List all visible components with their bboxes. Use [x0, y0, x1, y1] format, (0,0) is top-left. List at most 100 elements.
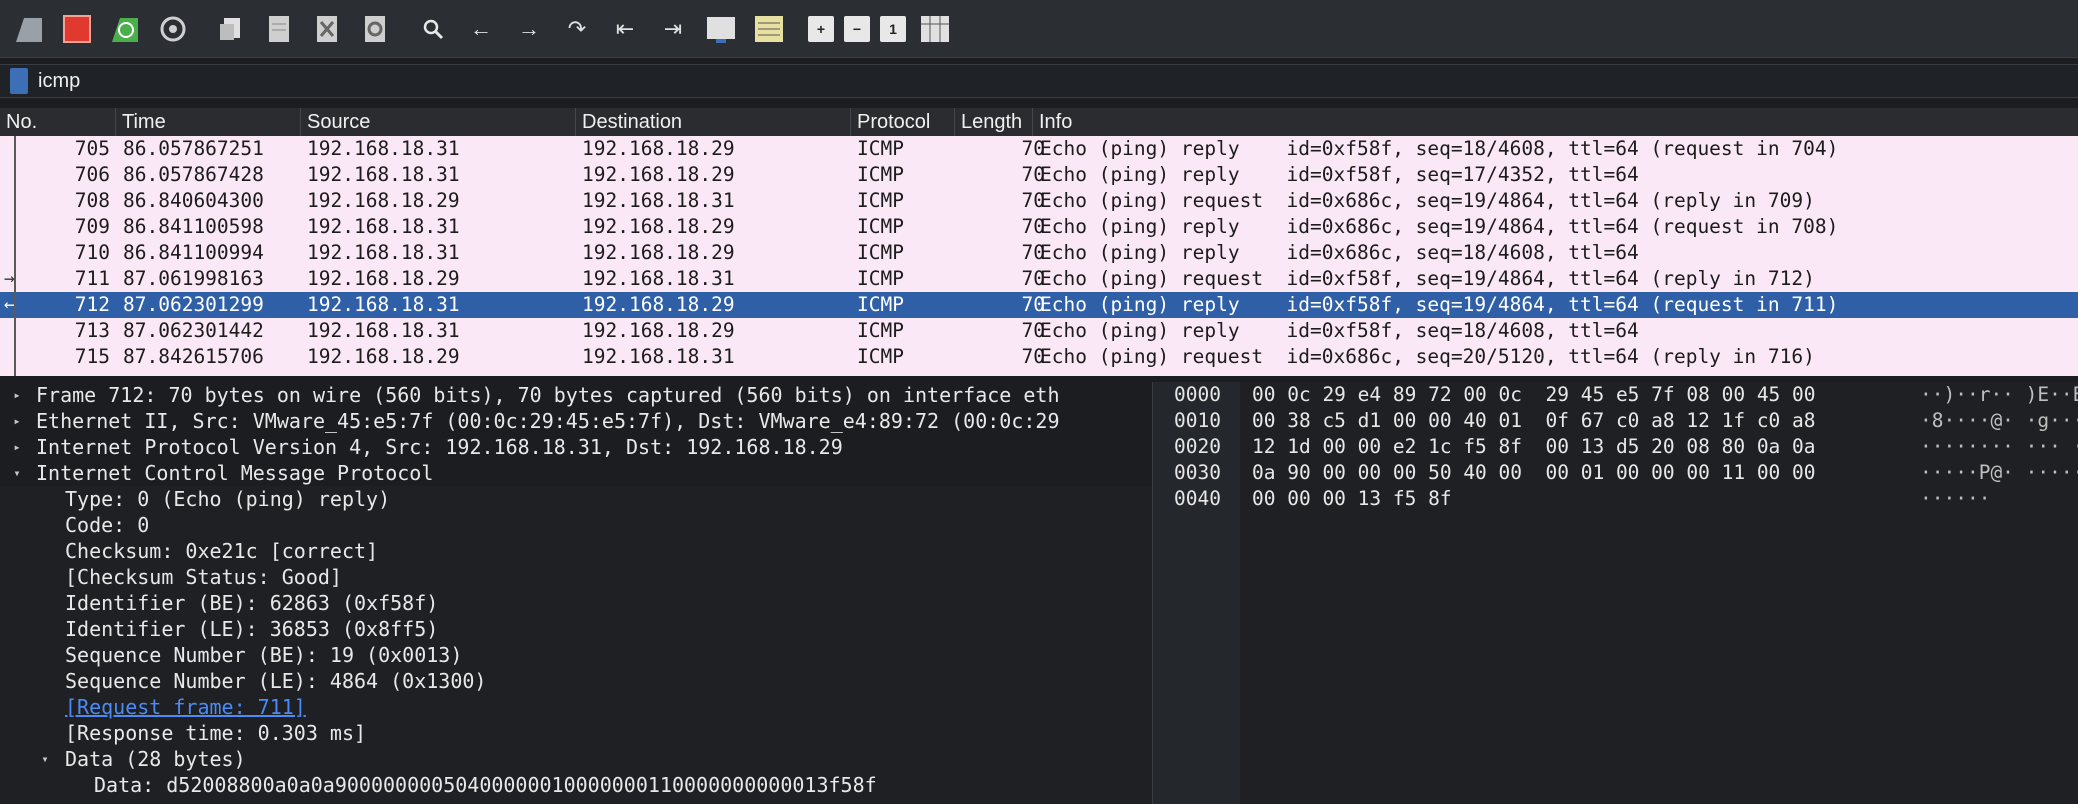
detail-text: Type: 0 (Echo (ping) reply): [65, 487, 391, 511]
packet-list-header: No. Time Source Destination Protocol Len…: [0, 108, 2078, 136]
detail-field[interactable]: Sequence Number (LE): 4864 (0x1300): [0, 668, 1152, 694]
column-header-destination[interactable]: Destination: [576, 108, 851, 136]
detail-field[interactable]: [Response time: 0.303 ms]: [0, 720, 1152, 746]
go-back-icon[interactable]: ←: [462, 10, 500, 48]
packet-row[interactable]: 709 86.841100598 192.168.18.31 192.168.1…: [0, 214, 2078, 240]
detail-field[interactable]: Code: 0: [0, 512, 1152, 538]
packet-destination: 192.168.18.31: [582, 267, 735, 290]
request-frame-link[interactable]: [Request frame: 711]: [0, 694, 1152, 720]
byte-ascii[interactable]: ·····P@· ········: [1920, 460, 2078, 486]
packet-time: 87.062301299: [123, 293, 264, 316]
auto-scroll-icon[interactable]: [702, 10, 740, 48]
find-packet-icon[interactable]: [414, 10, 452, 48]
filter-bookmark-icon[interactable]: [10, 68, 28, 94]
packet-info: Echo (ping) reply id=0xf58f, seq=19/4864…: [1040, 293, 1839, 316]
column-header-source[interactable]: Source: [301, 108, 576, 136]
packet-protocol: ICMP: [857, 345, 904, 368]
packet-row[interactable]: 713 87.062301442 192.168.18.31 192.168.1…: [0, 318, 2078, 344]
packet-list: 705 86.057867251 192.168.18.31 192.168.1…: [0, 136, 2078, 376]
reload-file-icon[interactable]: [356, 10, 394, 48]
packet-length: 70: [1021, 163, 1045, 186]
detail-field[interactable]: Identifier (LE): 36853 (0x8ff5): [0, 616, 1152, 642]
detail-text: Identifier (BE): 62863 (0xf58f): [65, 591, 439, 615]
packet-row[interactable]: 711 87.061998163 192.168.18.29 192.168.1…: [0, 266, 2078, 292]
capture-options-gear-icon[interactable]: [154, 10, 192, 48]
packet-row[interactable]: 715 87.842615706 192.168.18.29 192.168.1…: [0, 344, 2078, 370]
open-file-icon[interactable]: [212, 10, 250, 48]
go-to-packet-icon[interactable]: ↷: [558, 10, 596, 48]
packet-row-selected[interactable]: 712 87.062301299 192.168.18.31 192.168.1…: [0, 292, 2078, 318]
expand-icon[interactable]: ▸: [10, 434, 24, 460]
detail-field[interactable]: Sequence Number (BE): 19 (0x0013): [0, 642, 1152, 668]
packet-row[interactable]: 706 86.057867428 192.168.18.31 192.168.1…: [0, 162, 2078, 188]
packet-source: 192.168.18.31: [307, 241, 460, 264]
detail-field[interactable]: Identifier (BE): 62863 (0xf58f): [0, 590, 1152, 616]
restart-capture-icon[interactable]: [106, 10, 144, 48]
packet-row[interactable]: 710 86.841100994 192.168.18.31 192.168.1…: [0, 240, 2078, 266]
column-header-no[interactable]: No.: [0, 108, 116, 136]
save-file-icon[interactable]: [260, 10, 298, 48]
byte-ascii[interactable]: ········ ··· ····: [1920, 434, 2078, 460]
byte-ascii[interactable]: ··)··r·· )E··E·: [1920, 382, 2078, 408]
detail-ethernet[interactable]: ▸ Ethernet II, Src: VMware_45:e5:7f (00:0…: [0, 408, 1152, 434]
detail-data[interactable]: ▾ Data (28 bytes): [0, 746, 1152, 772]
packet-row[interactable]: 708 86.840604300 192.168.18.29 192.168.1…: [0, 188, 2078, 214]
packet-time: 86.057867428: [123, 163, 264, 186]
byte-hex[interactable]: 00 00 00 13 f5 8f: [1252, 486, 1452, 512]
detail-field[interactable]: [Checksum Status: Good]: [0, 564, 1152, 590]
byte-ascii[interactable]: ·8····@· ·g····: [1920, 408, 2078, 434]
expand-icon[interactable]: ▸: [10, 382, 24, 408]
packet-length: 70: [1021, 241, 1045, 264]
zoom-out-icon[interactable]: −: [844, 15, 870, 42]
detail-field[interactable]: Data: d52008800a0a0a90000000050400000010…: [0, 772, 1152, 798]
detail-frame[interactable]: ▸ Frame 712: 70 bytes on wire (560 bits),…: [0, 382, 1152, 408]
collapse-icon[interactable]: ▾: [10, 460, 24, 486]
expand-icon[interactable]: ▸: [10, 408, 24, 434]
start-capture-icon[interactable]: [10, 10, 48, 48]
last-packet-icon[interactable]: ⇥: [654, 10, 692, 48]
byte-offset: 0030: [1174, 461, 1221, 484]
byte-hex[interactable]: 00 38 c5 d1 00 00 40 01 0f 67 c0 a8 12 1…: [1252, 408, 1816, 434]
detail-field[interactable]: Type: 0 (Echo (ping) reply): [0, 486, 1152, 512]
packet-protocol: ICMP: [857, 189, 904, 212]
zoom-in-icon[interactable]: +: [808, 15, 834, 42]
byte-offset: 0010: [1174, 409, 1221, 432]
detail-link-text[interactable]: [Request frame: 711]: [65, 694, 306, 720]
detail-ipv4[interactable]: ▸ Internet Protocol Version 4, Src: 192.1…: [0, 434, 1152, 460]
display-filter-input[interactable]: [38, 69, 1938, 93]
collapse-icon[interactable]: ▾: [38, 746, 52, 772]
packet-destination: 192.168.18.29: [582, 241, 735, 264]
stop-capture-icon[interactable]: [58, 10, 96, 48]
detail-text: [Response time: 0.303 ms]: [65, 721, 367, 745]
normal-size-icon[interactable]: 1: [880, 15, 906, 42]
packet-row[interactable]: 705 86.057867251 192.168.18.31 192.168.1…: [0, 136, 2078, 162]
column-header-protocol[interactable]: Protocol: [851, 108, 955, 136]
resize-columns-icon[interactable]: [916, 10, 954, 48]
detail-field[interactable]: Checksum: 0xe21c [correct]: [0, 538, 1152, 564]
packet-protocol: ICMP: [857, 293, 904, 316]
packet-bytes-pane: 0000 00 0c 29 e4 89 72 00 0c 29 45 e5 7f…: [1160, 382, 2078, 804]
byte-hex[interactable]: 00 0c 29 e4 89 72 00 0c 29 45 e5 7f 08 0…: [1252, 382, 1816, 408]
packet-destination: 192.168.18.29: [582, 215, 735, 238]
byte-hex[interactable]: 0a 90 00 00 00 50 40 00 00 01 00 00 00 1…: [1252, 460, 1816, 486]
column-header-length[interactable]: Length: [955, 108, 1033, 136]
byte-offset: 0040: [1174, 487, 1221, 510]
first-packet-icon[interactable]: ⇤: [606, 10, 644, 48]
byte-offset: 0020: [1174, 435, 1221, 458]
pane-splitter[interactable]: [1152, 382, 1160, 804]
byte-hex[interactable]: 12 1d 00 00 e2 1c f5 8f 00 13 d5 20 08 8…: [1252, 434, 1816, 460]
packet-source: 192.168.18.29: [307, 267, 460, 290]
packet-protocol: ICMP: [857, 241, 904, 264]
column-header-info[interactable]: Info: [1033, 108, 2078, 136]
close-file-icon[interactable]: [308, 10, 346, 48]
byte-ascii[interactable]: ······: [1920, 486, 1990, 512]
packet-no: 706: [74, 163, 110, 186]
colorize-icon[interactable]: [750, 10, 788, 48]
detail-text: Code: 0: [65, 513, 150, 537]
go-forward-icon[interactable]: →: [510, 10, 548, 48]
packet-no: 705: [74, 137, 110, 160]
packet-info: Echo (ping) reply id=0x686c, seq=19/4864…: [1040, 215, 1839, 238]
detail-text: Sequence Number (LE): 4864 (0x1300): [65, 669, 487, 693]
detail-icmp[interactable]: ▾ Internet Control Message Protocol: [0, 460, 1152, 486]
column-header-time[interactable]: Time: [116, 108, 301, 136]
